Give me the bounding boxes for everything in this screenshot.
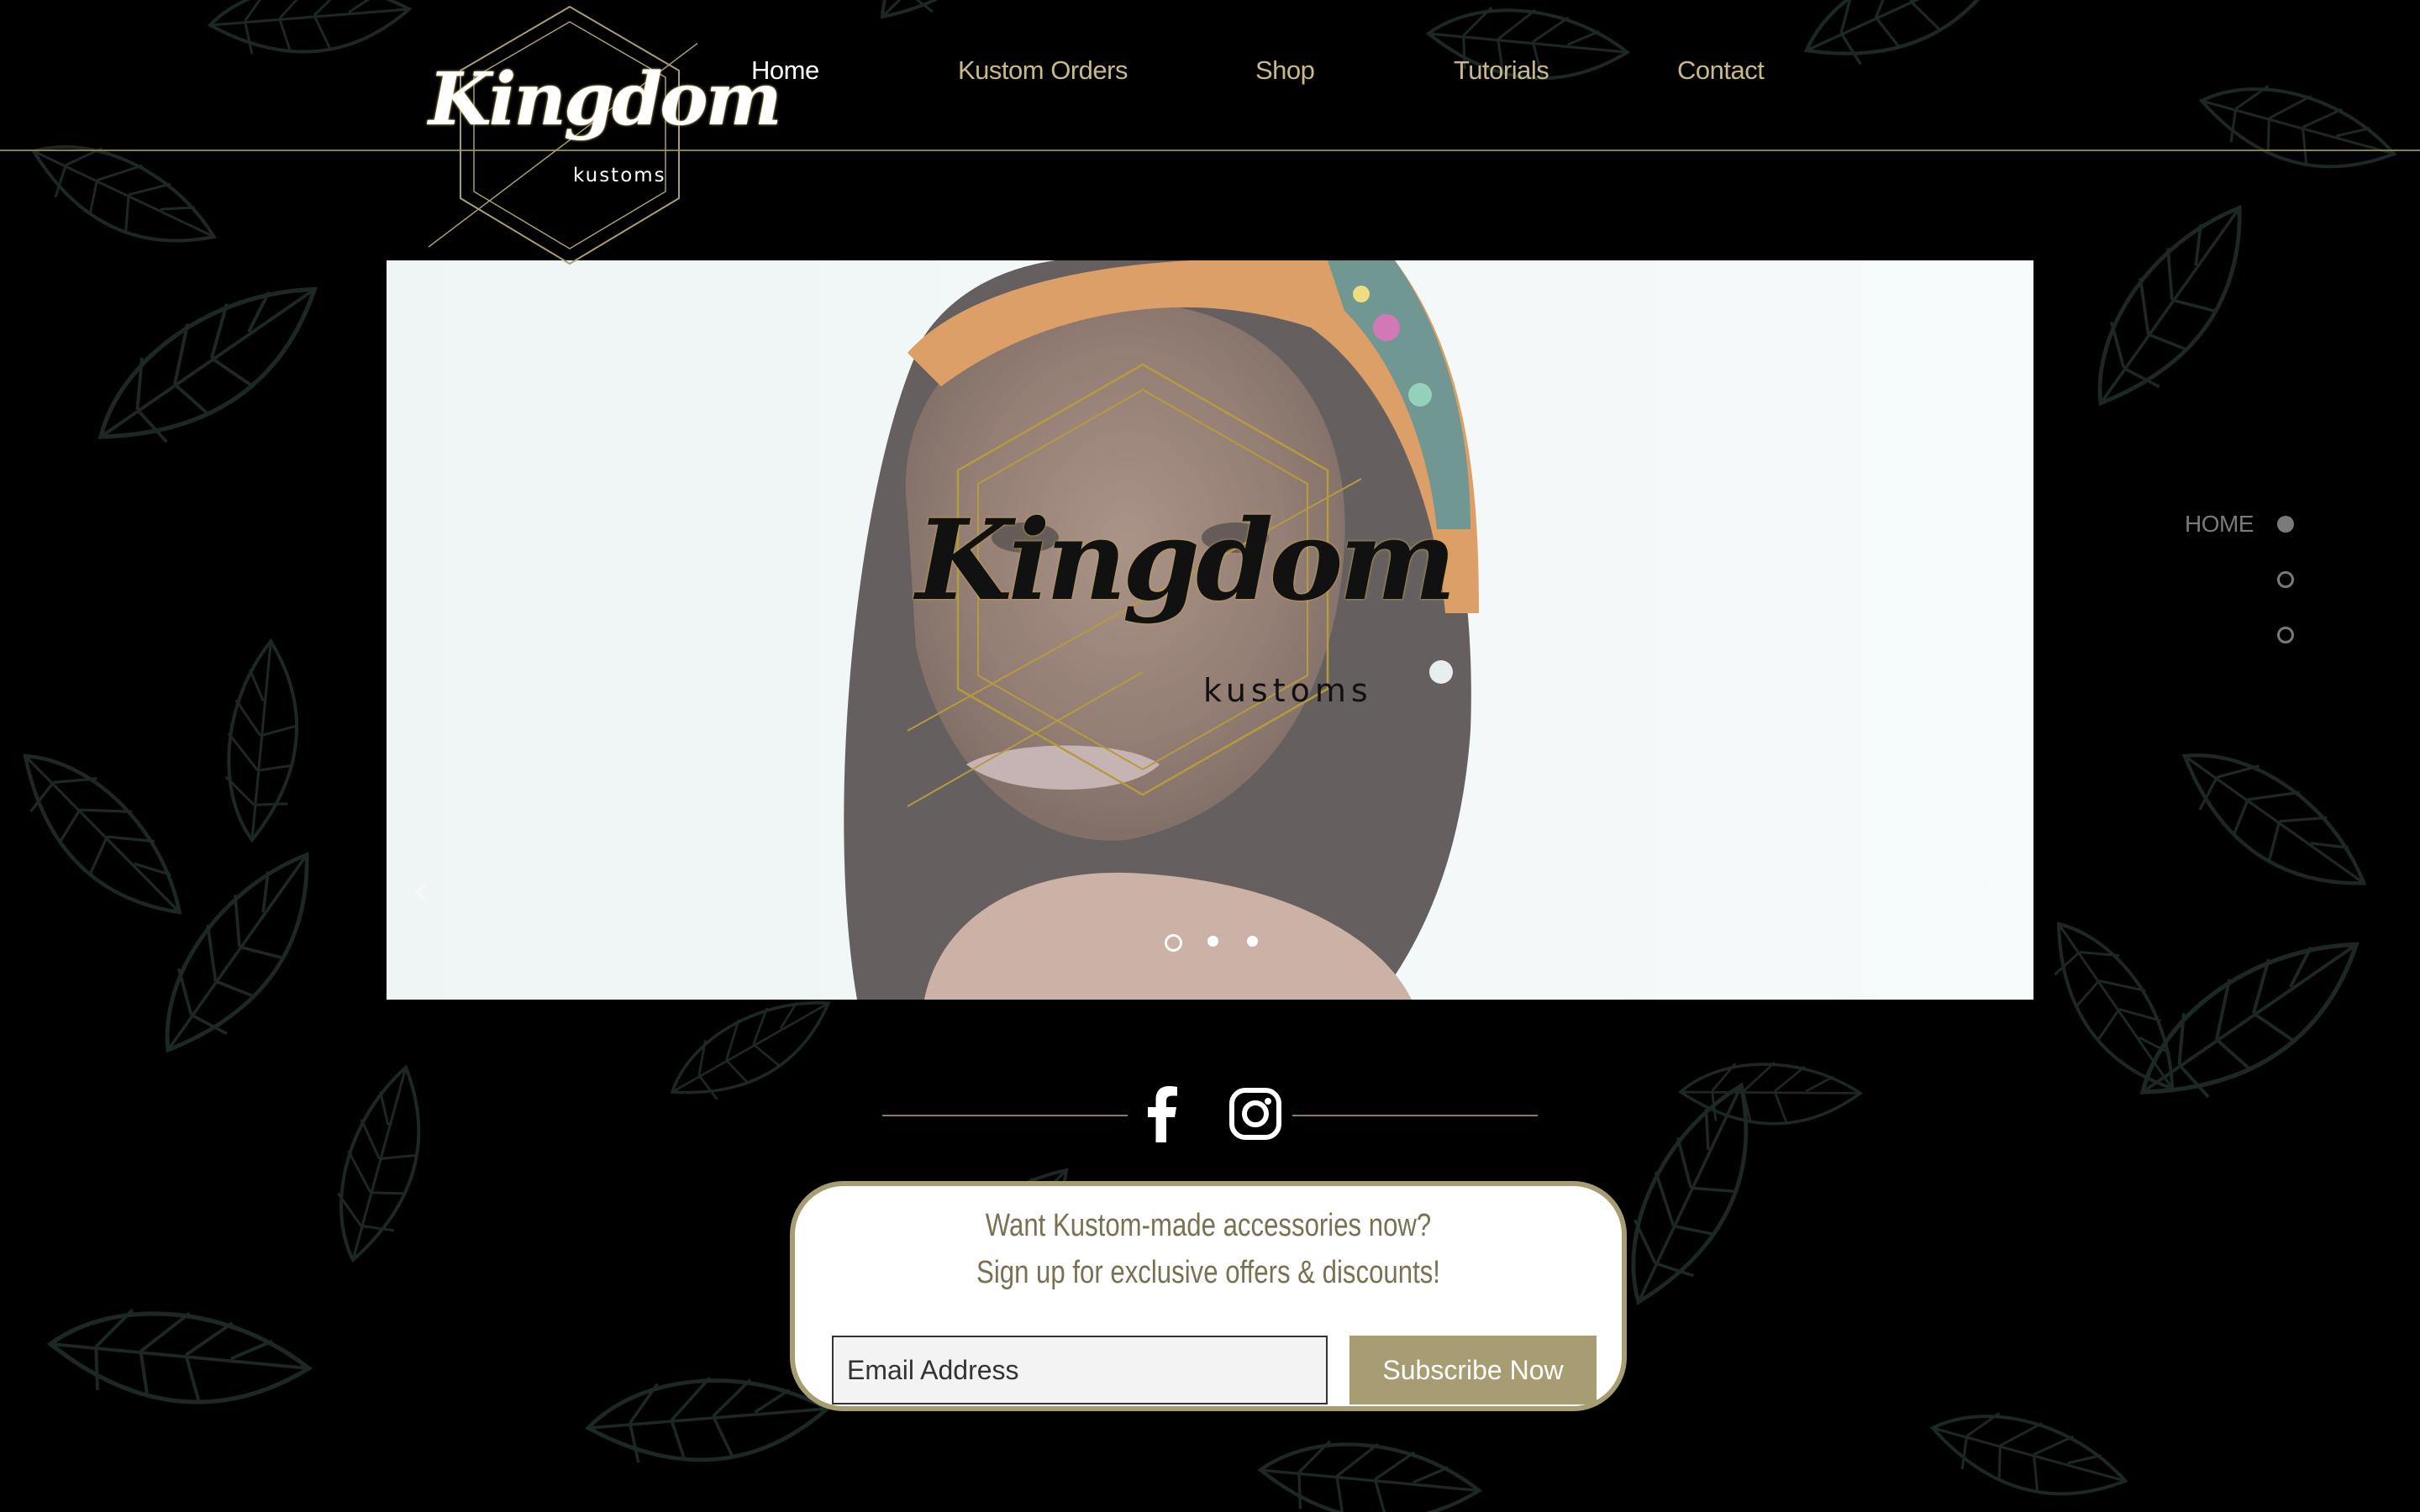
newsletter-signup-box: Want Kustom-made accessories now? Sign u… (790, 1181, 1627, 1411)
nav-home[interactable]: Home (751, 55, 819, 86)
slide-dot-3[interactable] (1247, 936, 1258, 947)
header-divider (0, 150, 2420, 151)
anchor-label-home[interactable]: HOME (2185, 511, 2254, 538)
subscribe-button[interactable]: Subscribe Now (1349, 1336, 1597, 1404)
instagram-icon[interactable] (1228, 1085, 1282, 1142)
slide-navigation-dots (0, 934, 2420, 956)
signup-headline: Want Kustom-made accessories now? (985, 1208, 1432, 1243)
anchor-dot-3[interactable] (2277, 627, 2294, 643)
social-divider-left (882, 1115, 1128, 1116)
email-input[interactable] (832, 1336, 1328, 1404)
slide-brand-wordmark: Kingdom (916, 496, 1456, 626)
anchor-dot-home[interactable] (2277, 516, 2294, 533)
anchor-dot-2[interactable] (2277, 571, 2294, 588)
nav-kustom-orders[interactable]: Kustom Orders (958, 55, 1128, 86)
social-divider-right (1292, 1115, 1538, 1116)
slide-prev-arrow[interactable]: ‹ (412, 865, 437, 916)
site-logo[interactable]: Kingdom kustoms (420, 3, 782, 269)
nav-tutorials[interactable]: Tutorials (1454, 55, 1549, 86)
slide-dot-2[interactable] (1207, 936, 1218, 947)
logo-wordmark: Kingdom (429, 57, 782, 142)
slide-brand-subtitle: kustoms (1203, 672, 1373, 709)
facebook-icon[interactable] (1136, 1085, 1190, 1142)
signup-subheadline: Sign up for exclusive offers & discounts… (976, 1255, 1440, 1290)
nav-shop[interactable]: Shop (1255, 55, 1315, 86)
slide-dot-1[interactable] (1165, 934, 1182, 952)
slide-next-arrow[interactable]: › (1983, 865, 2008, 916)
nav-contact[interactable]: Contact (1677, 55, 1765, 86)
logo-subtitle: kustoms (573, 165, 666, 186)
anchor-menu: HOME (2151, 504, 2294, 655)
